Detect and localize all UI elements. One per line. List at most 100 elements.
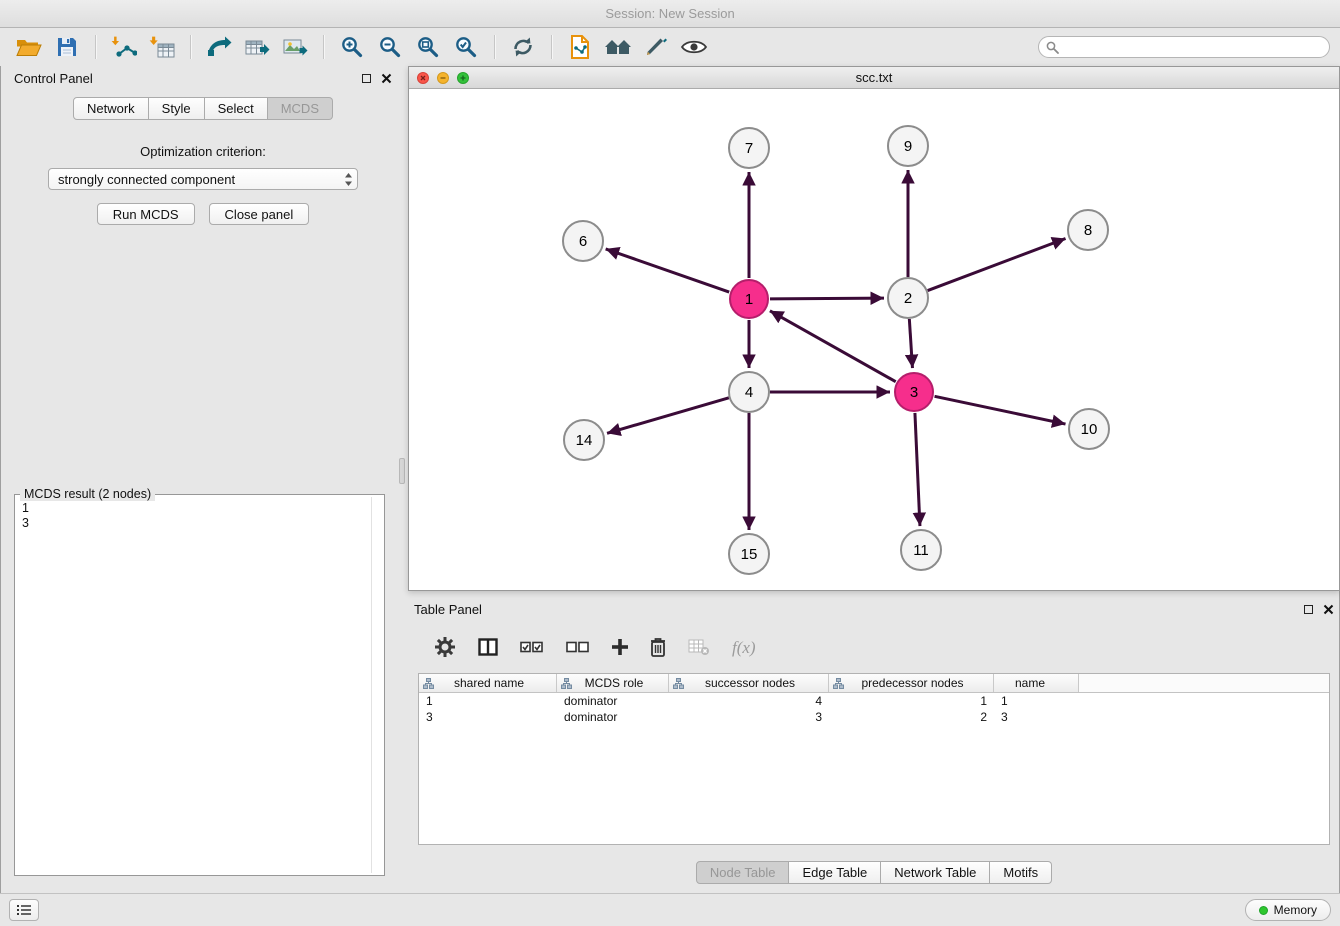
tab-edge-table[interactable]: Edge Table	[789, 861, 881, 884]
cell-predecessor-nodes[interactable]: 2	[829, 710, 994, 724]
graph-edge-4-14[interactable]	[607, 398, 729, 433]
graph-edge-1-6[interactable]	[606, 249, 730, 292]
graph-edge-3-1[interactable]	[770, 311, 896, 382]
graph-node-15[interactable]: 15	[729, 534, 769, 574]
zoom-out-button[interactable]	[371, 31, 409, 63]
deselect-all-icon	[566, 641, 590, 653]
search-input[interactable]	[1038, 36, 1330, 58]
network-window-titlebar[interactable]: scc.txt	[409, 67, 1339, 89]
zoom-selected-button[interactable]	[447, 31, 485, 63]
apply-style-button[interactable]	[637, 31, 675, 63]
table-row[interactable]: 3 dominator 3 2 3	[419, 709, 1329, 725]
tab-node-table[interactable]: Node Table	[696, 861, 790, 884]
column-header-shared-name[interactable]: shared name	[419, 674, 557, 692]
column-header-mcds-role[interactable]: MCDS role	[557, 674, 669, 692]
trash-icon	[650, 637, 666, 657]
tab-select[interactable]: Select	[205, 97, 268, 120]
cell-successor-nodes[interactable]: 4	[669, 694, 829, 708]
tab-network[interactable]: Network	[73, 97, 149, 120]
save-session-button[interactable]	[48, 31, 86, 63]
graph-node-4[interactable]: 4	[729, 372, 769, 412]
delete-table-button[interactable]	[688, 638, 710, 659]
zoom-fit-button[interactable]	[409, 31, 447, 63]
window-minimize-button[interactable]	[437, 72, 449, 84]
graph-node-2[interactable]: 2	[888, 278, 928, 318]
show-hide-graphics-button[interactable]	[675, 31, 713, 63]
close-panel-button[interactable]: Close panel	[209, 203, 310, 225]
svg-text:11: 11	[913, 542, 929, 559]
show-column-button[interactable]	[478, 638, 498, 659]
cell-successor-nodes[interactable]: 3	[669, 710, 829, 724]
delete-row-button[interactable]	[650, 637, 666, 660]
new-network-button[interactable]	[200, 31, 238, 63]
optimization-criterion-label: Optimization criterion:	[8, 144, 398, 159]
import-network-button[interactable]	[105, 31, 143, 63]
control-panel-float-button[interactable]	[362, 74, 371, 83]
cell-name[interactable]: 3	[994, 710, 1079, 724]
deselect-all-rows-button[interactable]	[566, 641, 590, 656]
svg-text:4: 4	[745, 384, 753, 401]
graph-node-1[interactable]: 1	[730, 280, 768, 318]
graph-node-10[interactable]: 10	[1069, 409, 1109, 449]
cell-mcds-role[interactable]: dominator	[557, 694, 669, 708]
tab-motifs[interactable]: Motifs	[990, 861, 1052, 884]
graph-edge-2-3[interactable]	[909, 319, 912, 368]
export-table-button[interactable]	[238, 31, 276, 63]
column-header-predecessor-nodes[interactable]: predecessor nodes	[829, 674, 994, 692]
list-icon	[16, 904, 32, 916]
cell-shared-name[interactable]: 1	[419, 694, 557, 708]
graph-node-11[interactable]: 11	[901, 530, 941, 570]
criterion-dropdown[interactable]: strongly connected component	[48, 168, 358, 190]
graph-edge-3-10[interactable]	[935, 396, 1066, 424]
refresh-view-button[interactable]	[504, 31, 542, 63]
export-image-button[interactable]	[276, 31, 314, 63]
tab-network-table[interactable]: Network Table	[881, 861, 990, 884]
import-table-button[interactable]	[143, 31, 181, 63]
graph-node-7[interactable]: 7	[729, 128, 769, 168]
table-settings-button[interactable]	[434, 636, 456, 661]
network-canvas[interactable]: 7 9 6 8 1 2 4 3 14 10 15 11	[409, 89, 1339, 590]
control-panel-header: Control Panel	[8, 66, 398, 90]
table-panel-float-button[interactable]	[1304, 605, 1313, 614]
cell-shared-name[interactable]: 3	[419, 710, 557, 724]
close-icon	[1323, 604, 1334, 615]
cell-mcds-role[interactable]: dominator	[557, 710, 669, 724]
graph-node-14[interactable]: 14	[564, 420, 604, 460]
memory-button[interactable]: Memory	[1245, 899, 1331, 921]
graph-node-8[interactable]: 8	[1068, 210, 1108, 250]
window-close-button[interactable]	[417, 72, 429, 84]
open-folder-button[interactable]	[10, 31, 48, 63]
cell-predecessor-nodes[interactable]: 1	[829, 694, 994, 708]
add-row-button[interactable]	[612, 639, 628, 658]
select-all-rows-button[interactable]	[520, 641, 544, 656]
graph-node-3[interactable]: 3	[895, 373, 933, 411]
tab-mcds[interactable]: MCDS	[268, 97, 333, 120]
graph-node-9[interactable]: 9	[888, 126, 928, 166]
zoom-in-button[interactable]	[333, 31, 371, 63]
search-icon	[1046, 41, 1059, 54]
control-panel-close-button[interactable]	[381, 73, 392, 84]
run-mcds-button[interactable]: Run MCDS	[97, 203, 195, 225]
panel-splitter[interactable]	[399, 458, 405, 484]
control-panel-tabs: Network Style Select MCDS	[8, 97, 398, 120]
cell-name[interactable]: 1	[994, 694, 1079, 708]
graph-edge-2-8[interactable]	[928, 238, 1066, 290]
table-panel-close-button[interactable]	[1323, 604, 1334, 615]
toolbar-separator	[95, 35, 96, 59]
open-session-file-button[interactable]	[561, 31, 599, 63]
table-row[interactable]: 1 dominator 4 1 1	[419, 693, 1329, 709]
graph-edge-1-2[interactable]	[770, 298, 884, 299]
import-network-icon	[111, 36, 137, 58]
column-header-successor-nodes[interactable]: successor nodes	[669, 674, 829, 692]
task-history-button[interactable]	[9, 899, 39, 921]
tab-style[interactable]: Style	[149, 97, 205, 120]
window-maximize-button[interactable]	[457, 72, 469, 84]
home-button[interactable]	[599, 31, 637, 63]
graph-node-6[interactable]: 6	[563, 221, 603, 261]
export-image-icon	[282, 36, 308, 58]
function-builder-button[interactable]: f(x)	[732, 638, 756, 658]
zoom-fit-icon	[417, 36, 439, 58]
column-header-name[interactable]: name	[994, 674, 1079, 692]
graph-edge-3-11[interactable]	[915, 413, 920, 526]
result-scrollbar[interactable]	[371, 497, 382, 873]
